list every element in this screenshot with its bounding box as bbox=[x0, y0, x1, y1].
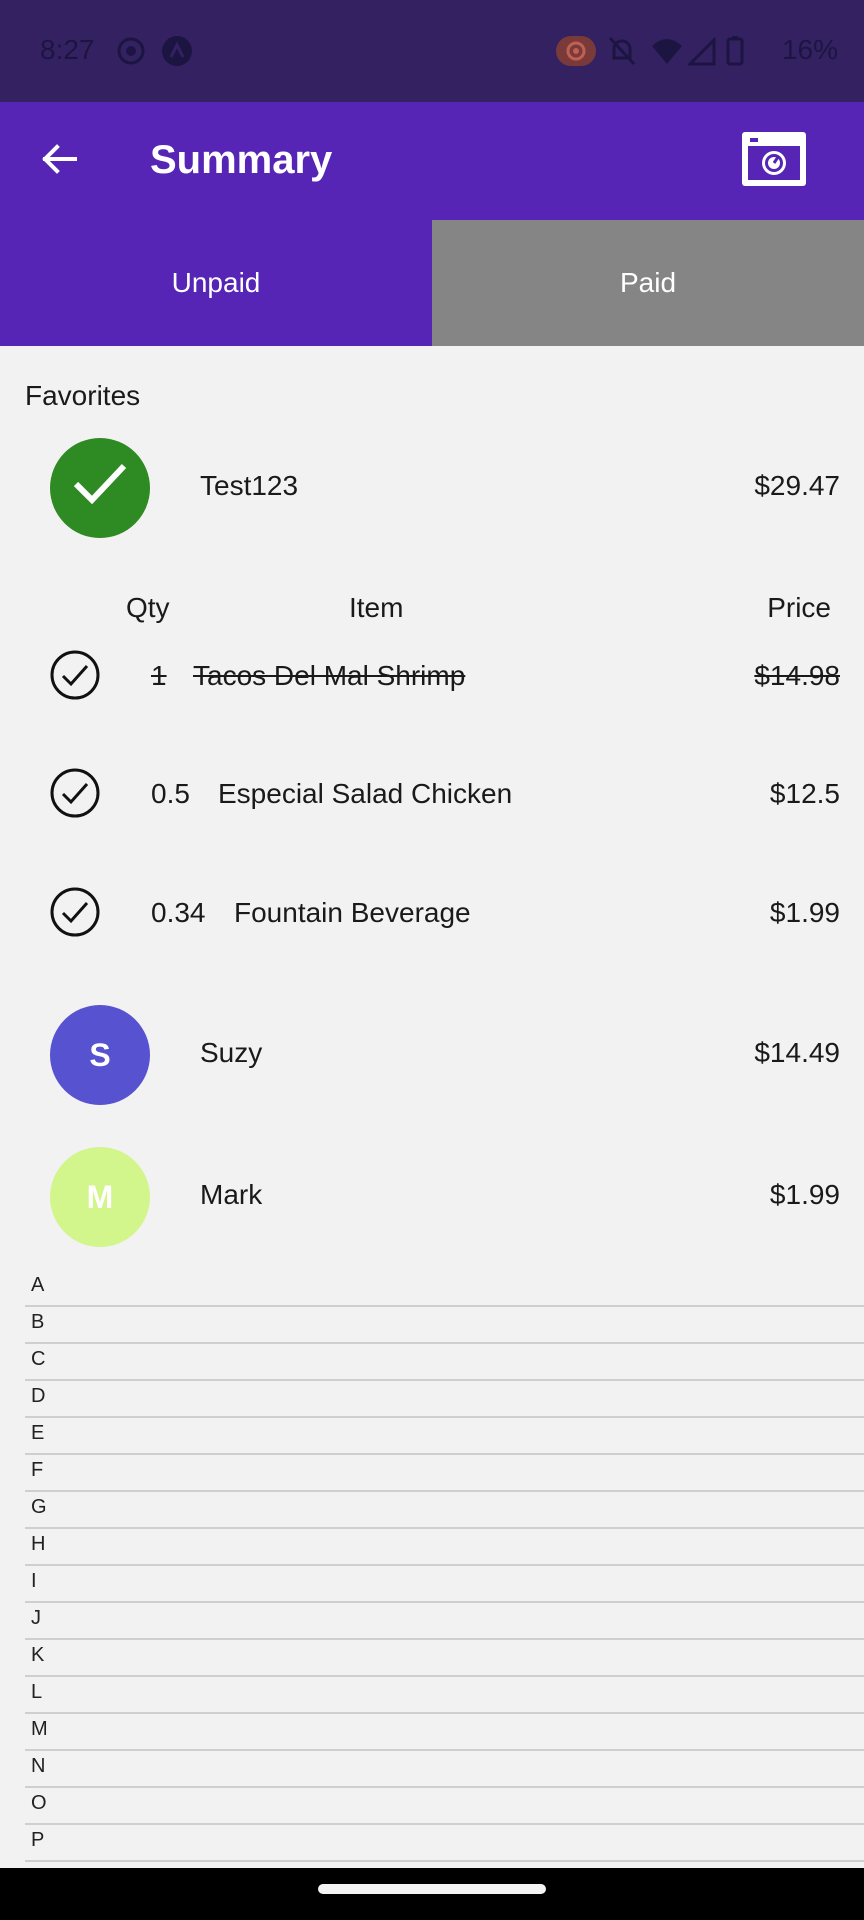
alphabet-header: E bbox=[25, 1418, 864, 1455]
record-icon bbox=[116, 36, 146, 71]
app-logo-icon bbox=[162, 36, 192, 71]
alphabet-header: O bbox=[25, 1788, 864, 1825]
person-amount: $29.47 bbox=[754, 470, 840, 501]
alphabet-header: B bbox=[25, 1307, 864, 1344]
person-name: Suzy bbox=[200, 1037, 263, 1068]
person-amount: $1.99 bbox=[769, 1179, 840, 1210]
item-price: $14.98 bbox=[754, 660, 840, 691]
alphabet-header: F bbox=[25, 1455, 864, 1492]
item-row[interactable]: 0.5 Especial Salad Chicken $12.5 bbox=[0, 768, 864, 828]
alphabet-header: M bbox=[25, 1714, 864, 1751]
signal-icon bbox=[686, 36, 716, 71]
alphabet-header: L bbox=[25, 1677, 864, 1714]
battery-percent: 16% bbox=[781, 34, 838, 65]
back-button[interactable] bbox=[30, 132, 88, 190]
item-row[interactable]: 0.34 Fountain Beverage $1.99 bbox=[0, 887, 864, 947]
item-qty: 1 bbox=[151, 660, 167, 691]
wifi-icon bbox=[650, 36, 684, 71]
checkmark-avatar bbox=[50, 438, 150, 538]
alphabet-header: J bbox=[25, 1603, 864, 1640]
page-title: Summary bbox=[150, 138, 333, 182]
camera-icon bbox=[740, 132, 808, 194]
hotspot-icon bbox=[556, 36, 596, 71]
avatar: M bbox=[50, 1147, 150, 1247]
check-circle-icon[interactable] bbox=[50, 768, 100, 818]
alphabet-header: P bbox=[25, 1825, 864, 1862]
alphabet-header: N bbox=[25, 1751, 864, 1788]
section-favorites-label: Favorites bbox=[25, 380, 141, 411]
app-bar: Summary bbox=[0, 102, 864, 220]
alphabet-header: G bbox=[25, 1492, 864, 1529]
avatar: S bbox=[50, 1005, 150, 1105]
alphabet-header: C bbox=[25, 1344, 864, 1381]
alphabet-header: A bbox=[25, 1270, 864, 1307]
tab-bar: Unpaid Paid bbox=[0, 220, 864, 346]
status-time: 8:27 bbox=[40, 34, 95, 65]
alphabet-header: K bbox=[25, 1640, 864, 1677]
item-name: Especial Salad Chicken bbox=[218, 778, 513, 809]
item-name: Tacos Del Mal Shrimp bbox=[193, 660, 466, 691]
item-qty: 0.5 bbox=[151, 778, 190, 809]
battery-icon bbox=[726, 36, 744, 71]
column-header-price: Price bbox=[767, 592, 831, 623]
system-nav-bar bbox=[0, 1868, 864, 1920]
person-row-suzy[interactable]: S Suzy $14.49 bbox=[0, 1005, 864, 1105]
person-name: Mark bbox=[200, 1179, 263, 1210]
alphabet-header: I bbox=[25, 1566, 864, 1603]
tab-paid[interactable]: Paid bbox=[432, 220, 864, 346]
camera-button[interactable] bbox=[740, 128, 808, 190]
column-header-qty: Qty bbox=[126, 592, 170, 623]
person-row-test123[interactable]: Test123 $29.47 bbox=[0, 438, 864, 538]
arrow-back-icon bbox=[39, 139, 79, 184]
item-name: Fountain Beverage bbox=[234, 897, 471, 928]
item-row[interactable]: 1 Tacos Del Mal Shrimp $14.98 bbox=[0, 650, 864, 710]
bell-off-icon bbox=[608, 36, 636, 71]
home-gesture-handle[interactable] bbox=[318, 1884, 546, 1894]
person-amount: $14.49 bbox=[754, 1037, 840, 1068]
tab-unpaid[interactable]: Unpaid bbox=[0, 220, 432, 346]
check-circle-icon[interactable] bbox=[50, 650, 100, 700]
column-header-item: Item bbox=[349, 592, 404, 623]
status-bar: 8:27 16% bbox=[0, 0, 864, 102]
item-price: $12.5 bbox=[769, 778, 840, 809]
person-name: Test123 bbox=[200, 470, 299, 501]
person-row-mark[interactable]: M Mark $1.99 bbox=[0, 1147, 864, 1247]
check-icon bbox=[72, 462, 128, 514]
item-price: $1.99 bbox=[769, 897, 840, 928]
item-qty: 0.34 bbox=[151, 897, 206, 928]
alphabet-header: D bbox=[25, 1381, 864, 1418]
check-circle-icon[interactable] bbox=[50, 887, 100, 937]
alphabet-header: H bbox=[25, 1529, 864, 1566]
